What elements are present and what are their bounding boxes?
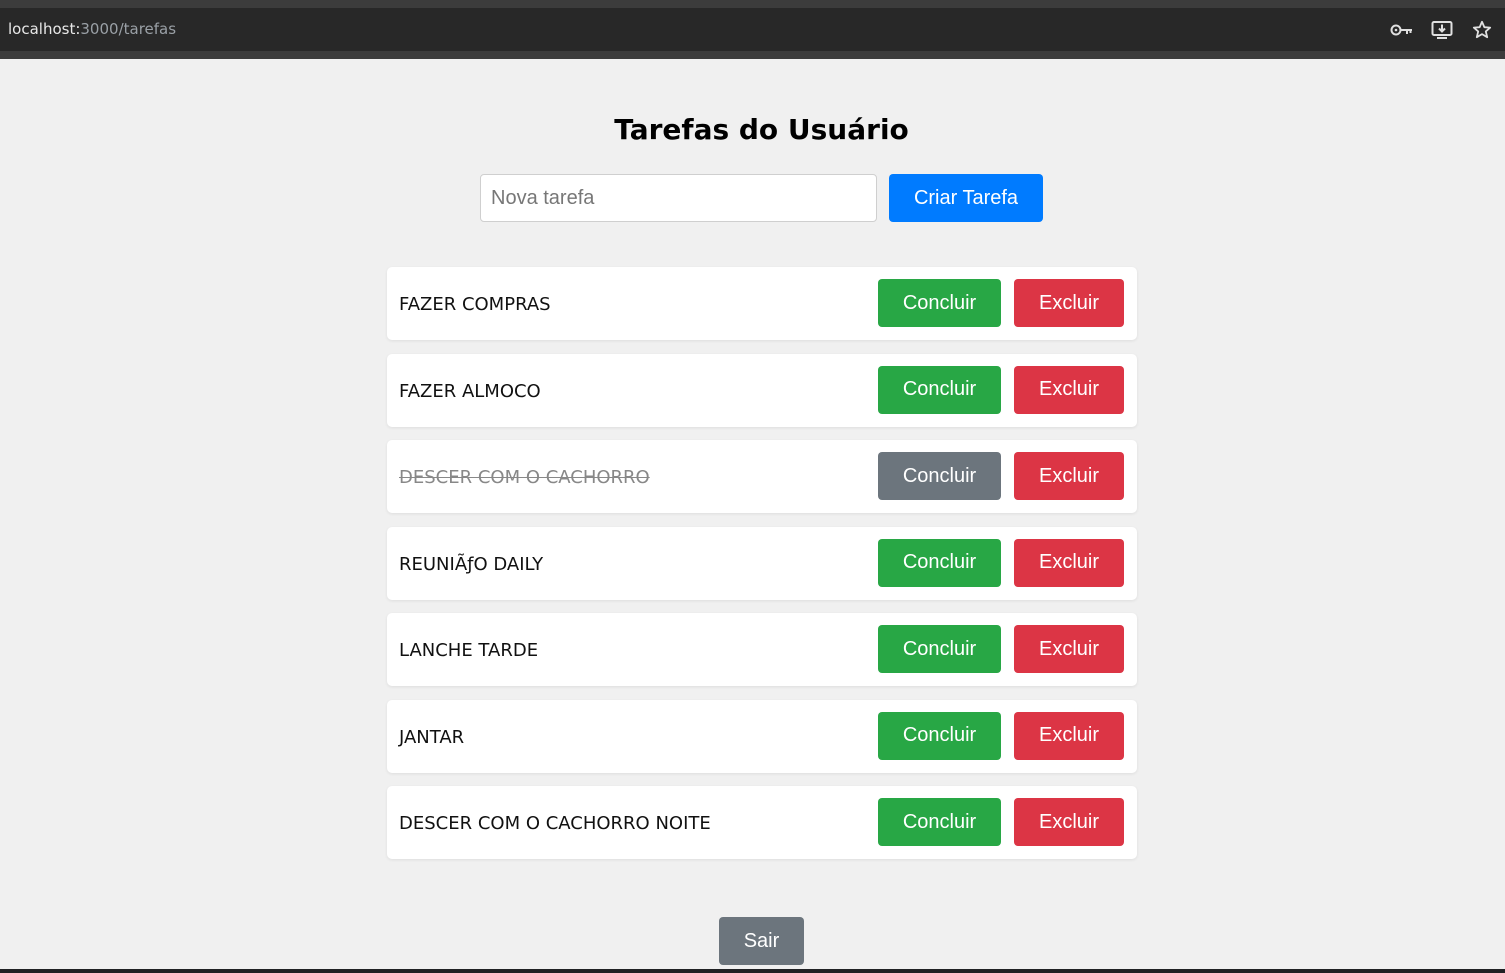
delete-button[interactable]: Excluir bbox=[1014, 279, 1124, 327]
task-item: JANTAR Concluir Excluir bbox=[387, 699, 1137, 773]
conclude-button[interactable]: Concluir bbox=[878, 711, 1001, 760]
task-item: FAZER COMPRAS Concluir Excluir bbox=[387, 267, 1137, 340]
task-item: REUNIÃƒO DAILY Concluir Excluir bbox=[387, 526, 1137, 600]
browser-toolbar-icons bbox=[1389, 18, 1495, 42]
task-label: DESCER COM O CACHORRO NOITE bbox=[399, 813, 711, 834]
delete-button[interactable]: Excluir bbox=[1014, 538, 1124, 587]
create-task-button[interactable]: Criar Tarefa bbox=[889, 174, 1043, 222]
star-icon[interactable] bbox=[1469, 18, 1495, 42]
task-label: FAZER ALMOCO bbox=[399, 380, 541, 402]
window-bottom-edge bbox=[0, 969, 1505, 973]
url-host: localhost: bbox=[8, 20, 81, 38]
new-task-input[interactable] bbox=[480, 174, 877, 222]
task-item-completed: DESCER COM O CACHORRO Concluir Excluir bbox=[387, 440, 1137, 513]
conclude-button[interactable]: Concluir bbox=[878, 538, 1001, 587]
task-list: FAZER COMPRAS Concluir Excluir FAZER ALM… bbox=[387, 267, 1137, 873]
task-label: DESCER COM O CACHORRO bbox=[399, 467, 650, 488]
task-item: DESCER COM O CACHORRO NOITE Concluir Exc… bbox=[387, 786, 1137, 859]
tasks-page: Tarefas do Usuário Criar Tarefa FAZER CO… bbox=[0, 59, 1505, 969]
key-icon[interactable] bbox=[1389, 18, 1415, 42]
conclude-button[interactable]: Concluir bbox=[878, 452, 1001, 500]
task-label: LANCHE TARDE bbox=[399, 640, 539, 661]
conclude-button[interactable]: Concluir bbox=[878, 365, 1001, 414]
url-path: 3000/tarefas bbox=[80, 20, 177, 38]
browser-frame-bottom bbox=[0, 51, 1505, 59]
task-item: LANCHE TARDE Concluir Excluir bbox=[387, 613, 1137, 686]
conclude-button[interactable]: Concluir bbox=[878, 279, 1001, 327]
install-app-icon[interactable] bbox=[1429, 18, 1455, 42]
task-item: FAZER ALMOCO Concluir Excluir bbox=[387, 353, 1137, 427]
delete-button[interactable]: Excluir bbox=[1014, 711, 1124, 760]
task-label: REUNIÃƒO DAILY bbox=[399, 553, 544, 575]
conclude-button[interactable]: Concluir bbox=[878, 798, 1001, 846]
task-label: JANTAR bbox=[399, 726, 465, 748]
browser-frame-top bbox=[0, 0, 1505, 8]
delete-button[interactable]: Excluir bbox=[1014, 625, 1124, 673]
conclude-button[interactable]: Concluir bbox=[878, 625, 1001, 673]
delete-button[interactable]: Excluir bbox=[1014, 452, 1124, 500]
task-label: FAZER COMPRAS bbox=[399, 294, 551, 315]
delete-button[interactable]: Excluir bbox=[1014, 798, 1124, 846]
url-text[interactable]: localhost:3000/tarefas bbox=[8, 20, 176, 38]
address-bar[interactable]: localhost:3000/tarefas bbox=[0, 8, 1505, 51]
delete-button[interactable]: Excluir bbox=[1014, 365, 1124, 414]
page-title: Tarefas do Usuário bbox=[614, 113, 909, 146]
logout-button[interactable]: Sair bbox=[719, 917, 804, 965]
